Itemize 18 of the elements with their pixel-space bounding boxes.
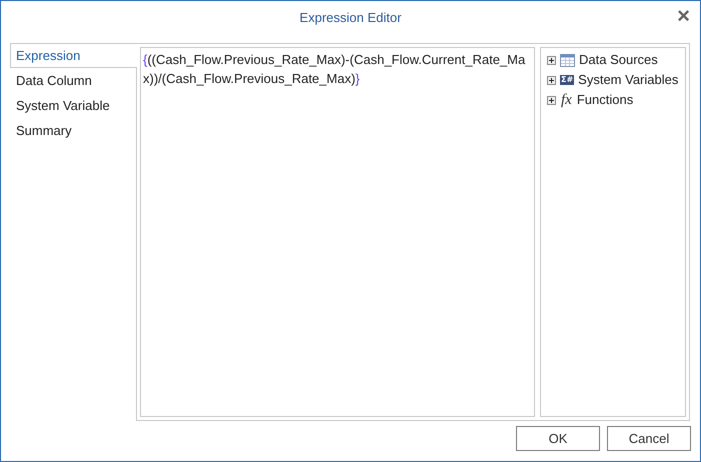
cancel-button[interactable]: Cancel bbox=[607, 426, 691, 451]
tab[interactable]: System Variable bbox=[10, 93, 136, 118]
expand-icon[interactable] bbox=[547, 96, 556, 104]
tree-item[interactable]: Functions bbox=[576, 90, 634, 110]
ok-button[interactable]: OK bbox=[516, 426, 600, 451]
tree-item[interactable]: System Variables bbox=[578, 70, 678, 90]
tab[interactable]: Summary bbox=[10, 118, 136, 143]
close-button[interactable]: × bbox=[677, 5, 690, 27]
sigma-hash-icon: Σ# bbox=[560, 75, 574, 85]
expression-field[interactable]: {((Cash_Flow.Previous_Rate_Max)-(Cash_Flow.Current_Rate_Max))/(Cash_Flow.Previous_Rate_Max)} bbox=[140, 47, 535, 417]
tab[interactable]: Expression bbox=[10, 43, 137, 68]
function-icon: fx bbox=[560, 93, 573, 107]
table-icon bbox=[560, 54, 575, 66]
expand-icon[interactable] bbox=[547, 56, 556, 64]
expand-icon[interactable] bbox=[547, 76, 556, 84]
tab[interactable]: Data Column bbox=[10, 68, 136, 93]
window-title: Expression Editor bbox=[300, 9, 402, 28]
tree-item[interactable]: Data Sources bbox=[579, 50, 658, 70]
